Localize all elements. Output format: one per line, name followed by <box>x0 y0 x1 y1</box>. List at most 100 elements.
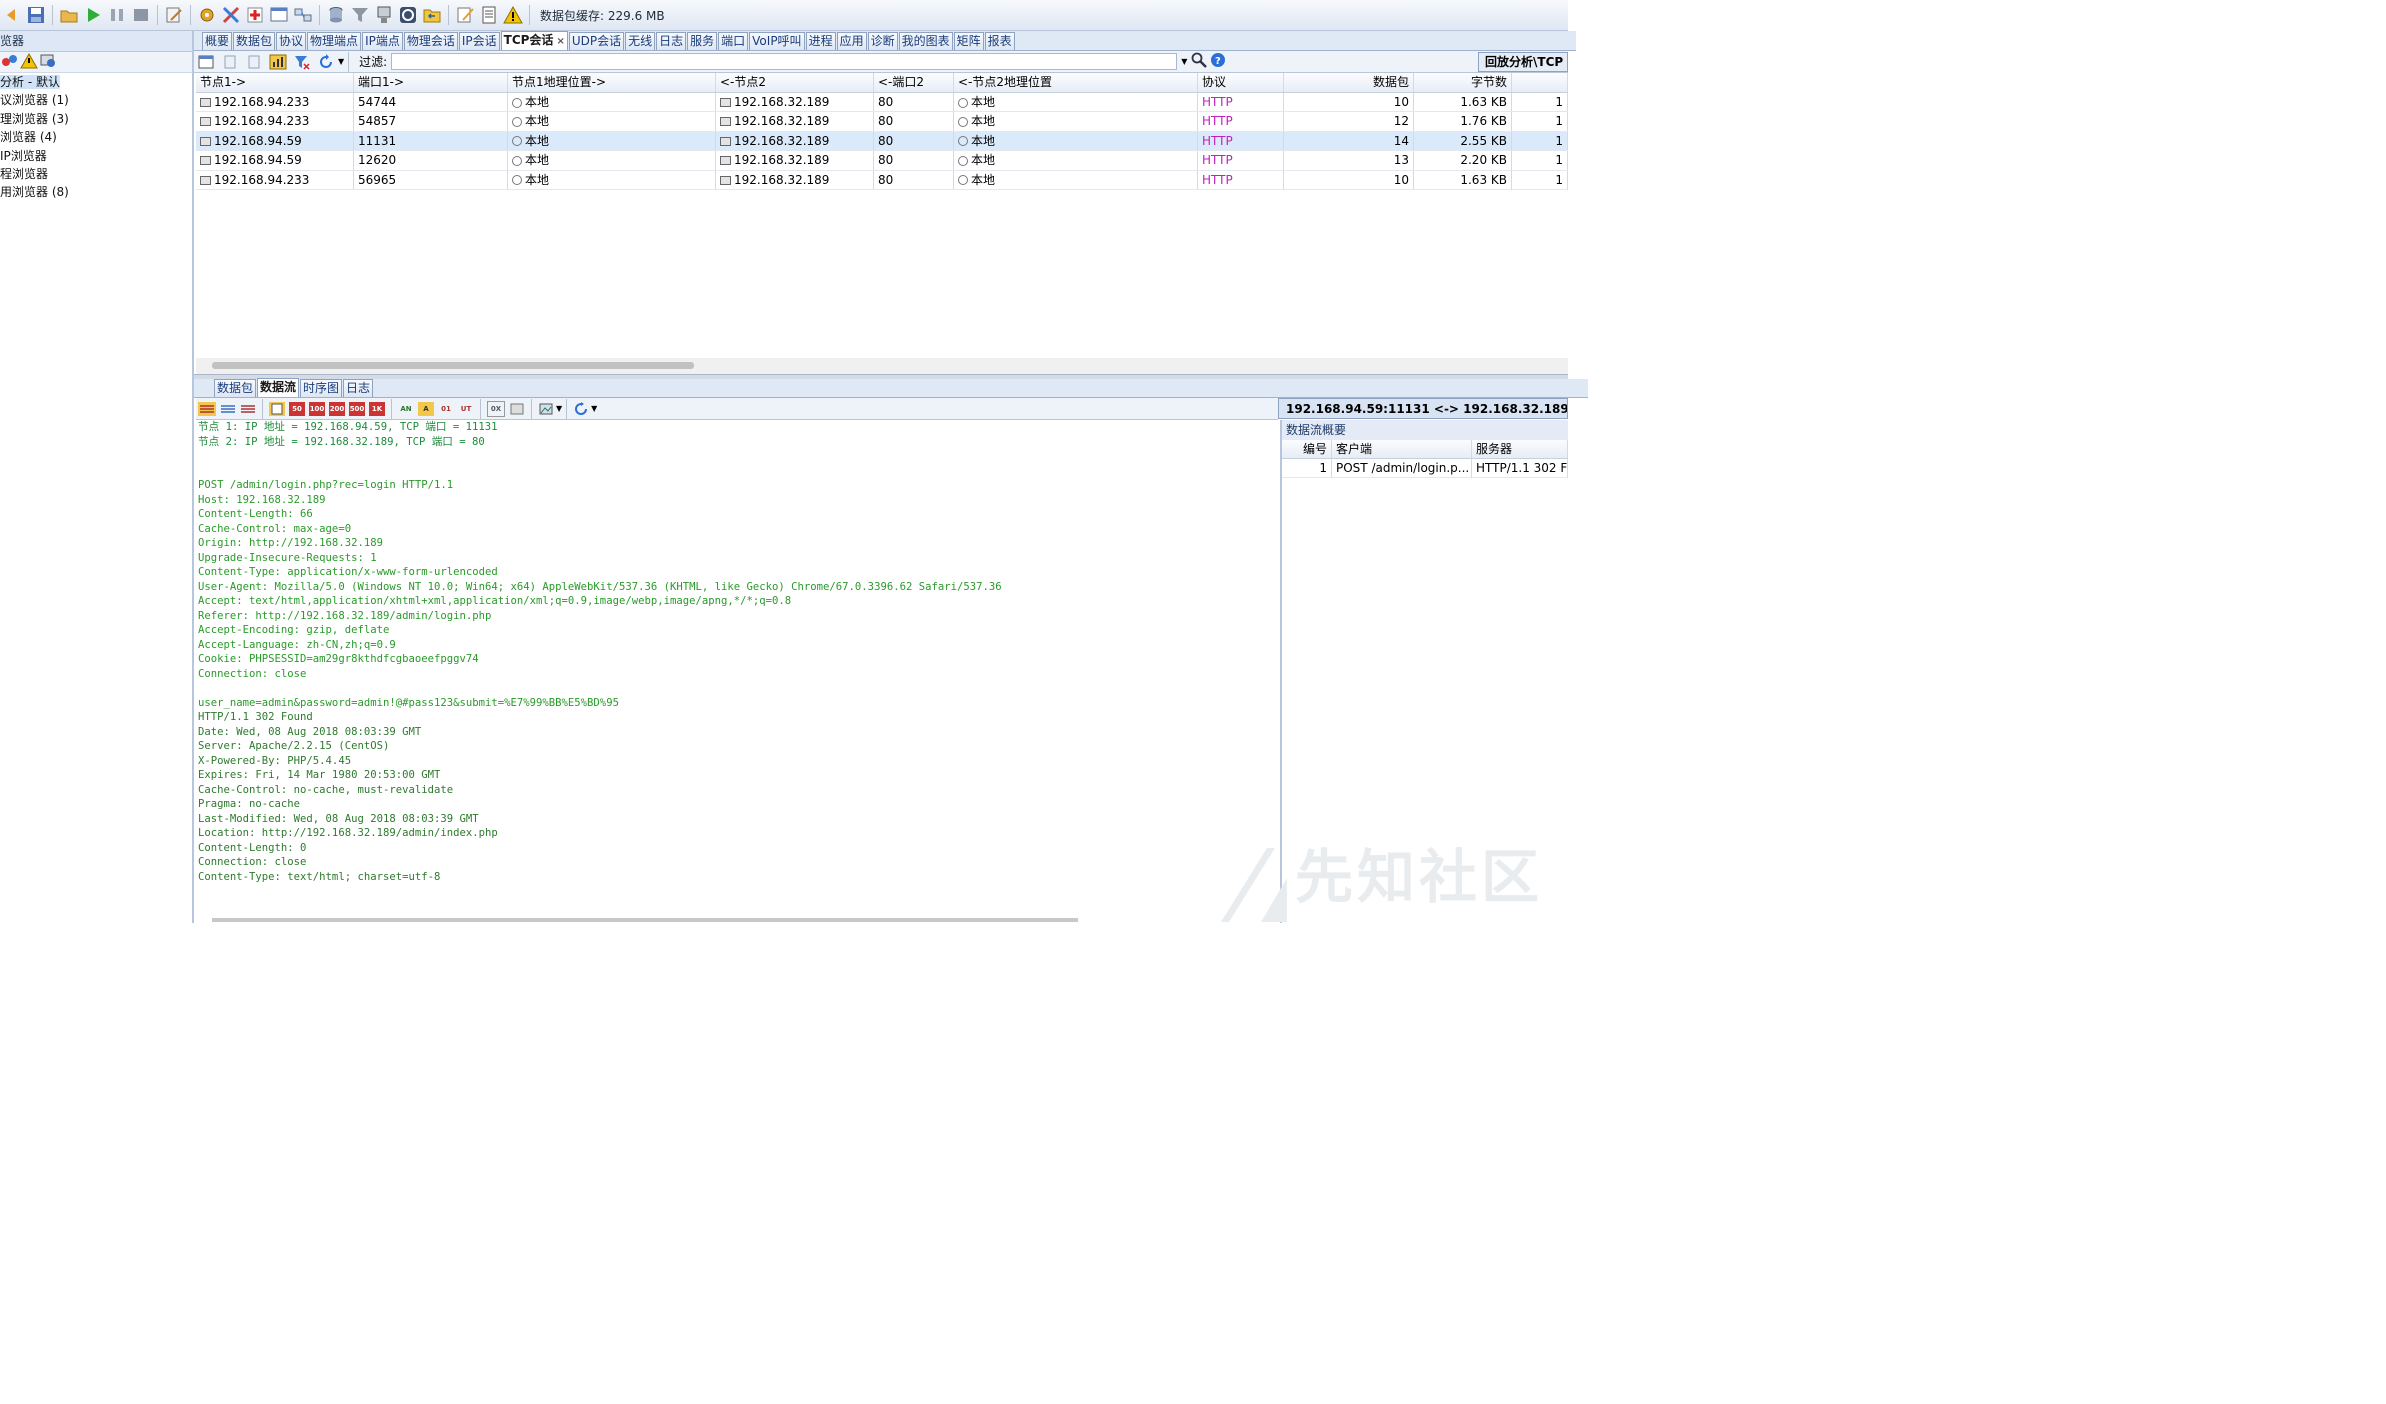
lines-200-icon[interactable]: 200 <box>329 401 345 416</box>
ascii-icon[interactable]: A <box>418 401 434 416</box>
network-nodes-icon[interactable] <box>2 54 18 71</box>
col-header-extra[interactable] <box>1512 73 1568 92</box>
arrow-icon[interactable] <box>2 5 22 25</box>
tab-14[interactable]: 进程 <box>805 32 836 50</box>
tab-15[interactable]: 应用 <box>836 32 867 50</box>
detail-tab-1[interactable]: 数据流 <box>257 378 300 397</box>
binary-icon[interactable]: 01 <box>438 402 454 416</box>
explorer-item[interactable]: 理浏览器 (3) <box>0 110 192 128</box>
db-icon[interactable] <box>326 5 346 25</box>
connect-icon[interactable] <box>293 5 313 25</box>
tab-7[interactable]: TCP会话 × <box>500 31 568 50</box>
table-row[interactable]: 192.168.94.59 12620 本地 192.168.32.189 80 本地 HT… <box>196 151 1568 171</box>
table-row[interactable]: 192.168.94.233 54857 本地 192.168.32.189 80 本地 H… <box>196 112 1568 132</box>
col-header-node1[interactable]: 节点1-> <box>196 73 354 92</box>
new-window-icon[interactable] <box>196 52 216 72</box>
open-folder-icon[interactable] <box>59 5 79 25</box>
search-icon[interactable] <box>1191 52 1208 71</box>
server-stream-icon[interactable] <box>240 402 256 416</box>
tab-3[interactable]: 物理端点 <box>307 32 362 50</box>
summary-col-id[interactable]: 编号 <box>1282 440 1332 458</box>
dropdown-arrow-icon[interactable]: ▼ <box>338 57 344 66</box>
settings-icon[interactable] <box>40 54 56 71</box>
explorer-item[interactable]: IP浏览器 <box>0 147 192 165</box>
detail-tab-3[interactable]: 日志 <box>343 379 374 397</box>
stream-horizontal-scrollbar[interactable] <box>212 918 1078 922</box>
explorer-item[interactable]: 浏览器 (4) <box>0 128 192 146</box>
window-icon[interactable] <box>269 5 289 25</box>
table-row[interactable]: 192.168.94.233 54744 本地 192.168.32.189 80 本地 H… <box>196 93 1568 113</box>
image-icon[interactable] <box>538 402 554 416</box>
tab-16[interactable]: 诊断 <box>867 32 898 50</box>
tab-2[interactable]: 协议 <box>276 32 307 50</box>
explorer-item[interactable]: 分析 - 默认 <box>0 73 192 91</box>
tools-icon[interactable] <box>221 5 241 25</box>
bookmark-remove-icon[interactable] <box>244 52 264 72</box>
col-header-geo1[interactable]: 节点1地理位置-> <box>508 73 716 92</box>
explorer-item[interactable]: 程浏览器 <box>0 165 192 183</box>
ansi-icon[interactable]: AN <box>398 402 414 416</box>
network-icon[interactable] <box>374 5 394 25</box>
bookmark-icon[interactable] <box>220 52 240 72</box>
save-icon[interactable] <box>26 5 46 25</box>
tab-18[interactable]: 矩阵 <box>953 32 984 50</box>
clear-filter-icon[interactable] <box>292 52 312 72</box>
swap-icon[interactable] <box>198 401 216 416</box>
pause-icon[interactable] <box>107 5 127 25</box>
tab-0[interactable]: 概要 <box>202 32 233 50</box>
tab-19[interactable]: 报表 <box>984 32 1015 50</box>
tab-17[interactable]: 我的图表 <box>898 32 953 50</box>
play-icon[interactable] <box>83 5 103 25</box>
tab-12[interactable]: 端口 <box>718 32 749 50</box>
client-stream-icon[interactable] <box>220 402 236 416</box>
lines-100-icon[interactable]: 100 <box>309 401 325 416</box>
filter-input[interactable] <box>391 53 1178 70</box>
lines-1k-icon[interactable]: 1K <box>369 401 385 416</box>
edit-icon[interactable] <box>164 5 184 25</box>
export-icon[interactable] <box>509 402 525 416</box>
detail-tab-0[interactable]: 数据包 <box>214 379 257 397</box>
tab-9[interactable]: 无线 <box>625 32 656 50</box>
hex-icon[interactable]: 0X <box>487 400 505 417</box>
col-header-bytes[interactable]: 字节数 <box>1414 73 1512 92</box>
tab-11[interactable]: 服务 <box>687 32 718 50</box>
add-icon[interactable] <box>245 5 265 25</box>
refresh-icon[interactable] <box>316 52 336 72</box>
utf8-icon[interactable]: UT <box>458 402 474 416</box>
col-header-geo2[interactable]: <-节点2地理位置 <box>954 73 1198 92</box>
note-icon[interactable] <box>455 5 475 25</box>
col-header-port1[interactable]: 端口1-> <box>354 73 508 92</box>
tab-13[interactable]: VoIP呼叫 <box>749 32 805 50</box>
replay-analysis-button[interactable]: 回放分析\TCP <box>1478 52 1568 72</box>
col-header-node2[interactable]: <-节点2 <box>716 73 874 92</box>
warning-icon[interactable] <box>20 52 38 72</box>
lines-50-icon[interactable]: 50 <box>289 401 305 416</box>
table-row[interactable]: 192.168.94.233 56965 本地 192.168.32.189 80 本地 H… <box>196 170 1568 190</box>
tab-6[interactable]: IP会话 <box>458 32 500 50</box>
format-icon[interactable] <box>269 401 285 416</box>
summary-row[interactable]: 1 POST /admin/login.p... HTTP/1.1 302 Fo <box>1282 459 1568 478</box>
grid-scroll-thumb[interactable] <box>212 362 694 369</box>
tab-8[interactable]: UDP会话 <box>568 32 625 50</box>
folder-back-icon[interactable] <box>422 5 442 25</box>
explorer-item[interactable]: 议浏览器 (1) <box>0 91 192 109</box>
detail-tab-2[interactable]: 时序图 <box>300 379 343 397</box>
dropdown-arrow-icon[interactable]: ▼ <box>591 404 597 413</box>
col-header-packets[interactable]: 数据包 <box>1284 73 1414 92</box>
chart-icon[interactable] <box>268 52 288 72</box>
tab-5[interactable]: 物理会话 <box>403 32 458 50</box>
refresh-icon[interactable] <box>573 401 589 416</box>
lines-500-icon[interactable]: 500 <box>349 401 365 416</box>
filter-dropdown-icon[interactable]: ▼ <box>1181 57 1187 66</box>
col-header-port2[interactable]: <-端口2 <box>874 73 954 92</box>
explorer-item[interactable]: 用浏览器 (8) <box>0 183 192 201</box>
help-icon[interactable]: ? <box>1210 52 1226 71</box>
refresh-icon[interactable] <box>398 5 418 25</box>
filter-icon[interactable] <box>350 5 370 25</box>
stop-icon[interactable] <box>131 5 151 25</box>
summary-col-server[interactable]: 服务器 <box>1472 440 1568 458</box>
close-icon[interactable]: × <box>556 36 564 47</box>
tab-10[interactable]: 日志 <box>656 32 687 50</box>
col-header-protocol[interactable]: 协议 <box>1198 73 1284 92</box>
warning-icon[interactable] <box>503 5 523 25</box>
